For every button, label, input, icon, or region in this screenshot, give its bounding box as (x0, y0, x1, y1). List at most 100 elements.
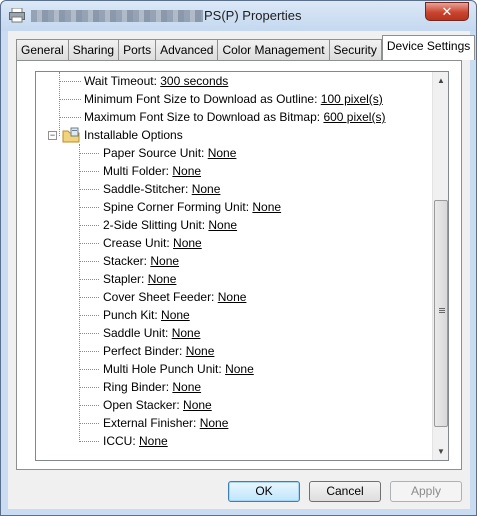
tree-option-item[interactable]: Cover Sheet Feeder: None (103, 288, 246, 306)
tree-option-item[interactable]: Perfect Binder: None (103, 342, 214, 360)
apply-button[interactable]: Apply (390, 481, 462, 502)
tree-connector (79, 315, 99, 316)
tree-option-item[interactable]: Multi Folder: None (103, 162, 201, 180)
option-value[interactable]: None (172, 326, 201, 340)
option-label: Spine Corner Forming Unit: (103, 200, 253, 214)
option-label: Cover Sheet Feeder: (103, 290, 218, 304)
tree-option-item[interactable]: Stacker: None (103, 252, 179, 270)
setting-value[interactable]: 100 pixel(s) (321, 92, 383, 106)
tree-group-installable-options[interactable]: Installable Options (84, 126, 183, 144)
option-value[interactable]: None (183, 398, 212, 412)
option-label: Open Stacker: (103, 398, 184, 412)
tree-option-item[interactable]: Spine Corner Forming Unit: None (103, 198, 281, 216)
option-value[interactable]: None (172, 380, 201, 394)
tree-option-item[interactable]: ICCU: None (103, 432, 168, 450)
tree-option-item[interactable]: Ring Binder: None (103, 378, 201, 396)
option-value[interactable]: None (192, 182, 221, 196)
tab-sharing[interactable]: Sharing (67, 39, 120, 60)
tree-option-item[interactable]: Paper Source Unit: None (103, 144, 236, 162)
tree-connector (59, 81, 81, 82)
vertical-scrollbar[interactable]: ▲ ▼ (432, 72, 448, 460)
option-value[interactable]: None (148, 272, 177, 286)
tree-option-item[interactable]: Stapler: None (103, 270, 176, 288)
option-value[interactable]: None (186, 344, 215, 358)
dialog-client: General Sharing Ports Advanced Color Man… (8, 31, 476, 509)
grip-line (439, 308, 445, 309)
tree-option-item[interactable]: Punch Kit: None (103, 306, 190, 324)
ok-button[interactable]: OK (228, 481, 300, 502)
tree-content: Wait Timeout: 300 seconds Minimum Font S… (36, 72, 432, 460)
tab-advanced[interactable]: Advanced (155, 39, 219, 60)
option-label: Punch Kit: (103, 308, 162, 322)
tab-general[interactable]: General (16, 39, 69, 60)
tree-connector (79, 405, 99, 406)
tree-connector (79, 225, 99, 226)
settings-tree[interactable]: Wait Timeout: 300 seconds Minimum Font S… (35, 71, 449, 461)
option-value[interactable]: None (200, 416, 229, 430)
cancel-button[interactable]: Cancel (309, 481, 381, 502)
tab-color-management[interactable]: Color Management (217, 39, 330, 60)
tree-connector (79, 243, 99, 244)
tree-option-item[interactable]: 2-Side Slitting Unit: None (103, 216, 237, 234)
tree-item-min-font-outline[interactable]: Minimum Font Size to Download as Outline… (84, 90, 383, 108)
tree-item-wait-timeout[interactable]: Wait Timeout: 300 seconds (84, 72, 228, 90)
grip-line (439, 310, 445, 311)
option-value[interactable]: None (225, 362, 254, 376)
tab-strip: General Sharing Ports Advanced Color Man… (16, 35, 476, 60)
tree-option-item[interactable]: Open Stacker: None (103, 396, 212, 414)
option-value[interactable]: None (252, 200, 281, 214)
title-bar[interactable]: PS(P) Properties ✕ (1, 1, 476, 31)
option-value[interactable]: None (161, 308, 190, 322)
tree-connector (79, 441, 99, 442)
setting-label: Minimum Font Size to Download as Outline… (84, 92, 321, 106)
tree-connector (79, 351, 99, 352)
tree-connector (79, 189, 99, 190)
tab-ports[interactable]: Ports (118, 39, 157, 60)
tree-connector (79, 153, 99, 154)
setting-value[interactable]: 600 pixel(s) (323, 110, 385, 124)
option-value[interactable]: None (208, 146, 237, 160)
tab-security[interactable]: Security (328, 39, 382, 60)
tree-connector (59, 117, 81, 118)
option-label: Stapler: (103, 272, 148, 286)
tab-device-settings[interactable]: Device Settings (381, 35, 476, 60)
tree-option-item[interactable]: Saddle-Stitcher: None (103, 180, 220, 198)
tree-option-item[interactable]: Multi Hole Punch Unit: None (103, 360, 254, 378)
tree-connector (79, 261, 99, 262)
option-value[interactable]: None (139, 434, 168, 448)
tree-option-item[interactable]: Crease Unit: None (103, 234, 202, 252)
scroll-up-icon[interactable]: ▲ (433, 72, 448, 89)
setting-label: Wait Timeout: (84, 74, 161, 88)
option-value[interactable]: None (150, 254, 179, 268)
window-title: PS(P) Properties (204, 8, 302, 23)
tree-connector (79, 387, 99, 388)
collapse-icon[interactable]: − (48, 131, 57, 140)
option-label: Perfect Binder: (103, 344, 186, 358)
option-label: Multi Folder: (103, 164, 173, 178)
option-value[interactable]: None (218, 290, 247, 304)
option-value[interactable]: None (173, 236, 202, 250)
option-value[interactable]: None (172, 164, 201, 178)
option-label: Crease Unit: (103, 236, 174, 250)
tree-connector (79, 207, 99, 208)
close-button[interactable]: ✕ (425, 2, 469, 21)
tree-connector (79, 423, 99, 424)
option-label: ICCU: (103, 434, 139, 448)
option-label: Ring Binder: (103, 380, 173, 394)
scroll-down-icon[interactable]: ▼ (433, 443, 448, 460)
group-label: Installable Options (84, 128, 183, 142)
tree-item-max-font-bitmap[interactable]: Maximum Font Size to Download as Bitmap:… (84, 108, 385, 126)
setting-value[interactable]: 300 seconds (160, 74, 228, 88)
properties-window: PS(P) Properties ✕ General Sharing Ports… (0, 0, 477, 516)
folder-options-icon (62, 127, 80, 143)
scroll-thumb[interactable] (434, 200, 448, 427)
setting-label: Maximum Font Size to Download as Bitmap: (84, 110, 324, 124)
option-label: Saddle-Stitcher: (103, 182, 192, 196)
option-label: Saddle Unit: (103, 326, 172, 340)
tree-connector (79, 279, 99, 280)
tree-option-item[interactable]: External Finisher: None (103, 414, 228, 432)
tree-connector (79, 171, 99, 172)
option-value[interactable]: None (208, 218, 237, 232)
option-label: Paper Source Unit: (103, 146, 208, 160)
tree-option-item[interactable]: Saddle Unit: None (103, 324, 200, 342)
